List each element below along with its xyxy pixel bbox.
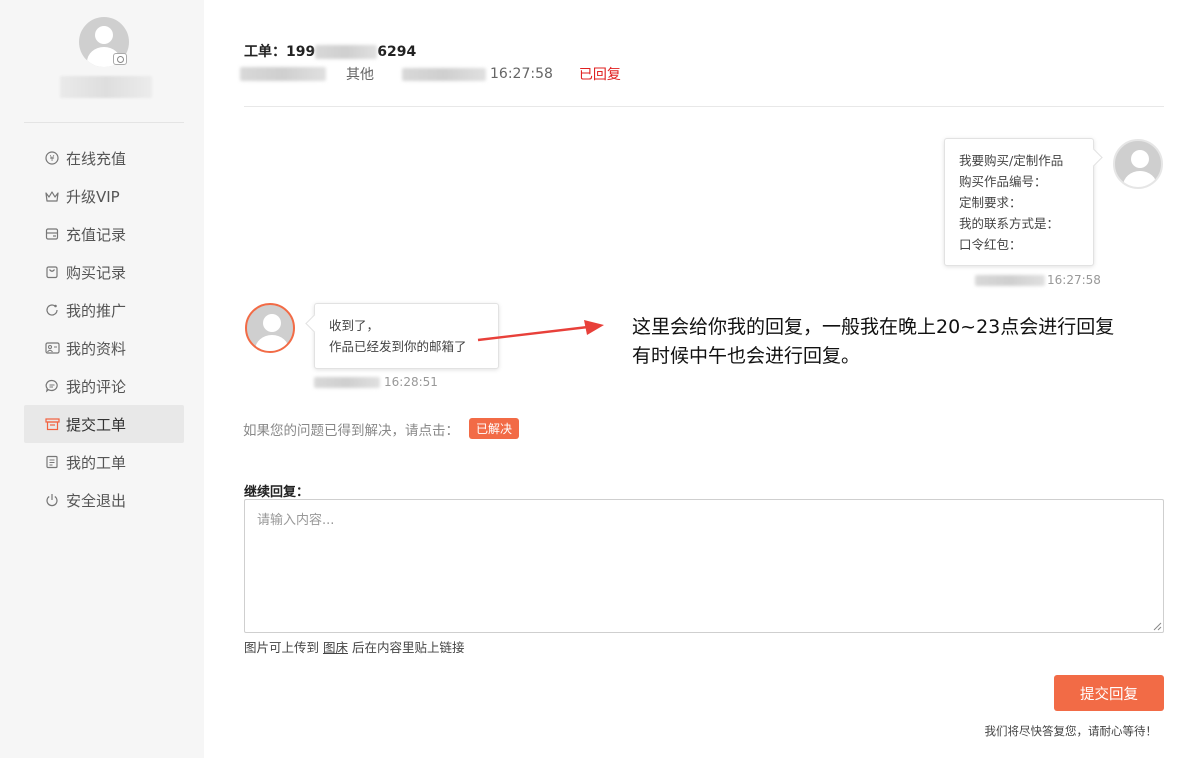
annotation-line: 有时候中午也会进行回复。 <box>632 345 861 367</box>
annotation-line: 这里会给你我的回复，一般我在晚上20~23点会进行回复 <box>632 316 1115 338</box>
status-badge: 已回复 <box>578 67 621 83</box>
sidebar-item-promotion[interactable]: 我的推广 <box>24 291 184 329</box>
user-message-bubble: 我要购买/定制作品 购买作品编号： 定制要求： 我的联系方式是： 口令红包： <box>944 138 1094 266</box>
profile-card-icon <box>44 340 60 356</box>
admin-message-time: 16:28:51 <box>314 375 438 389</box>
message-time: 16:28:51 <box>384 375 438 389</box>
sidebar-item-recharge[interactable]: ¥ 在线充值 <box>24 139 184 177</box>
user-message-time: 16:27:58 <box>975 273 1101 287</box>
ticket-user-redacted <box>240 67 326 81</box>
image-host-link[interactable]: 图床 <box>323 640 348 655</box>
sidebar-item-label: 我的工单 <box>66 453 127 472</box>
ticket-title: 工单：199 6294 <box>244 41 416 61</box>
header-divider <box>244 106 1164 107</box>
ticket-time: 16:27:58 <box>490 66 553 82</box>
footer-note: 我们将尽快答复您，请耐心等待！ <box>984 724 1158 738</box>
resize-handle-icon[interactable] <box>1152 621 1162 631</box>
sidebar-item-submit-ticket[interactable]: 提交工单 <box>24 405 184 443</box>
camera-icon[interactable] <box>113 53 127 65</box>
message-line: 购买作品编号： <box>959 174 1047 189</box>
sidebar-item-my-tickets[interactable]: 我的工单 <box>24 443 184 481</box>
ticket-id-end: 6294 <box>377 44 417 60</box>
sidebar-item-label: 我的资料 <box>66 339 127 358</box>
share-icon <box>44 302 60 318</box>
sidebar-divider <box>24 122 184 123</box>
sidebar-menu: ¥ 在线充值 升级VIP 充值记录 购买记录 我的推广 我的资料 我的评论 提交… <box>24 139 184 519</box>
sidebar-item-label: 提交工单 <box>66 415 127 434</box>
document-icon <box>44 454 60 470</box>
message-line: 我的联系方式是： <box>959 216 1060 231</box>
yen-circle-icon: ¥ <box>44 150 60 166</box>
hint-text: 后在内容里贴上链接 <box>348 640 465 655</box>
sidebar-item-label: 安全退出 <box>66 491 127 510</box>
message-line: 收到了， <box>329 318 380 333</box>
resolved-button[interactable]: 已解决 <box>469 418 520 439</box>
sidebar-item-label: 我的评论 <box>66 377 127 396</box>
message-line: 我要购买/定制作品 <box>959 153 1064 168</box>
resolve-text: 如果您的问题已得到解决，请点击： <box>243 422 459 439</box>
sidebar-item-label: 升级VIP <box>66 187 120 206</box>
power-icon <box>44 492 60 508</box>
ticket-category: 其他 <box>346 67 374 83</box>
reply-textarea[interactable] <box>244 499 1164 633</box>
username-redacted <box>60 76 152 98</box>
user-avatar <box>1113 139 1163 189</box>
ticket-id-redacted <box>315 45 378 59</box>
ticket-icon <box>44 416 60 432</box>
upload-hint: 图片可上传到 图床 后在内容里贴上链接 <box>244 637 464 656</box>
sidebar-item-purchase-records[interactable]: 购买记录 <box>24 253 184 291</box>
wallet-icon <box>44 226 60 242</box>
sidebar-item-logout[interactable]: 安全退出 <box>24 481 184 519</box>
admin-avatar <box>245 303 295 353</box>
submit-reply-button[interactable]: 提交回复 <box>1054 675 1164 711</box>
annotation-text: 这里会给你我的回复，一般我在晚上20~23点会进行回复 有时候中午也会进行回复。 <box>632 313 1114 371</box>
ticket-meta: 其他 16:27:58 已回复 <box>240 64 621 84</box>
hint-text: 图片可上传到 <box>244 640 323 655</box>
resolve-prompt: 如果您的问题已得到解决，请点击： 已解决 <box>243 418 520 439</box>
profile-avatar[interactable] <box>79 17 129 67</box>
sidebar-item-label: 购买记录 <box>66 263 127 282</box>
sidebar-item-label: 充值记录 <box>66 225 127 244</box>
crown-icon <box>44 188 60 204</box>
sidebar-item-comments[interactable]: 我的评论 <box>24 367 184 405</box>
sidebar-item-upgrade-vip[interactable]: 升级VIP <box>24 177 184 215</box>
sidebar: ¥ 在线充值 升级VIP 充值记录 购买记录 我的推广 我的资料 我的评论 提交… <box>0 0 204 758</box>
reply-label: 继续回复： <box>244 485 310 500</box>
sidebar-item-profile[interactable]: 我的资料 <box>24 329 184 367</box>
sidebar-item-label: 在线充值 <box>66 149 127 168</box>
date-redacted <box>314 376 380 388</box>
message-line: 作品已经发到你的邮箱了 <box>329 339 467 354</box>
annotation-arrow-icon <box>477 320 604 342</box>
ticket-id-start: 199 <box>286 44 316 60</box>
message-line: 口令红包： <box>959 237 1022 252</box>
date-redacted <box>975 274 1045 286</box>
svg-text:¥: ¥ <box>49 154 54 163</box>
sidebar-item-recharge-records[interactable]: 充值记录 <box>24 215 184 253</box>
message-line: 定制要求： <box>959 195 1022 210</box>
shopping-bag-icon <box>44 264 60 280</box>
message-time: 16:27:58 <box>1047 273 1101 287</box>
ticket-date-redacted <box>402 67 486 81</box>
comment-icon <box>44 378 60 394</box>
ticket-title-prefix: 工单： <box>244 44 286 60</box>
sidebar-item-label: 我的推广 <box>66 301 127 320</box>
